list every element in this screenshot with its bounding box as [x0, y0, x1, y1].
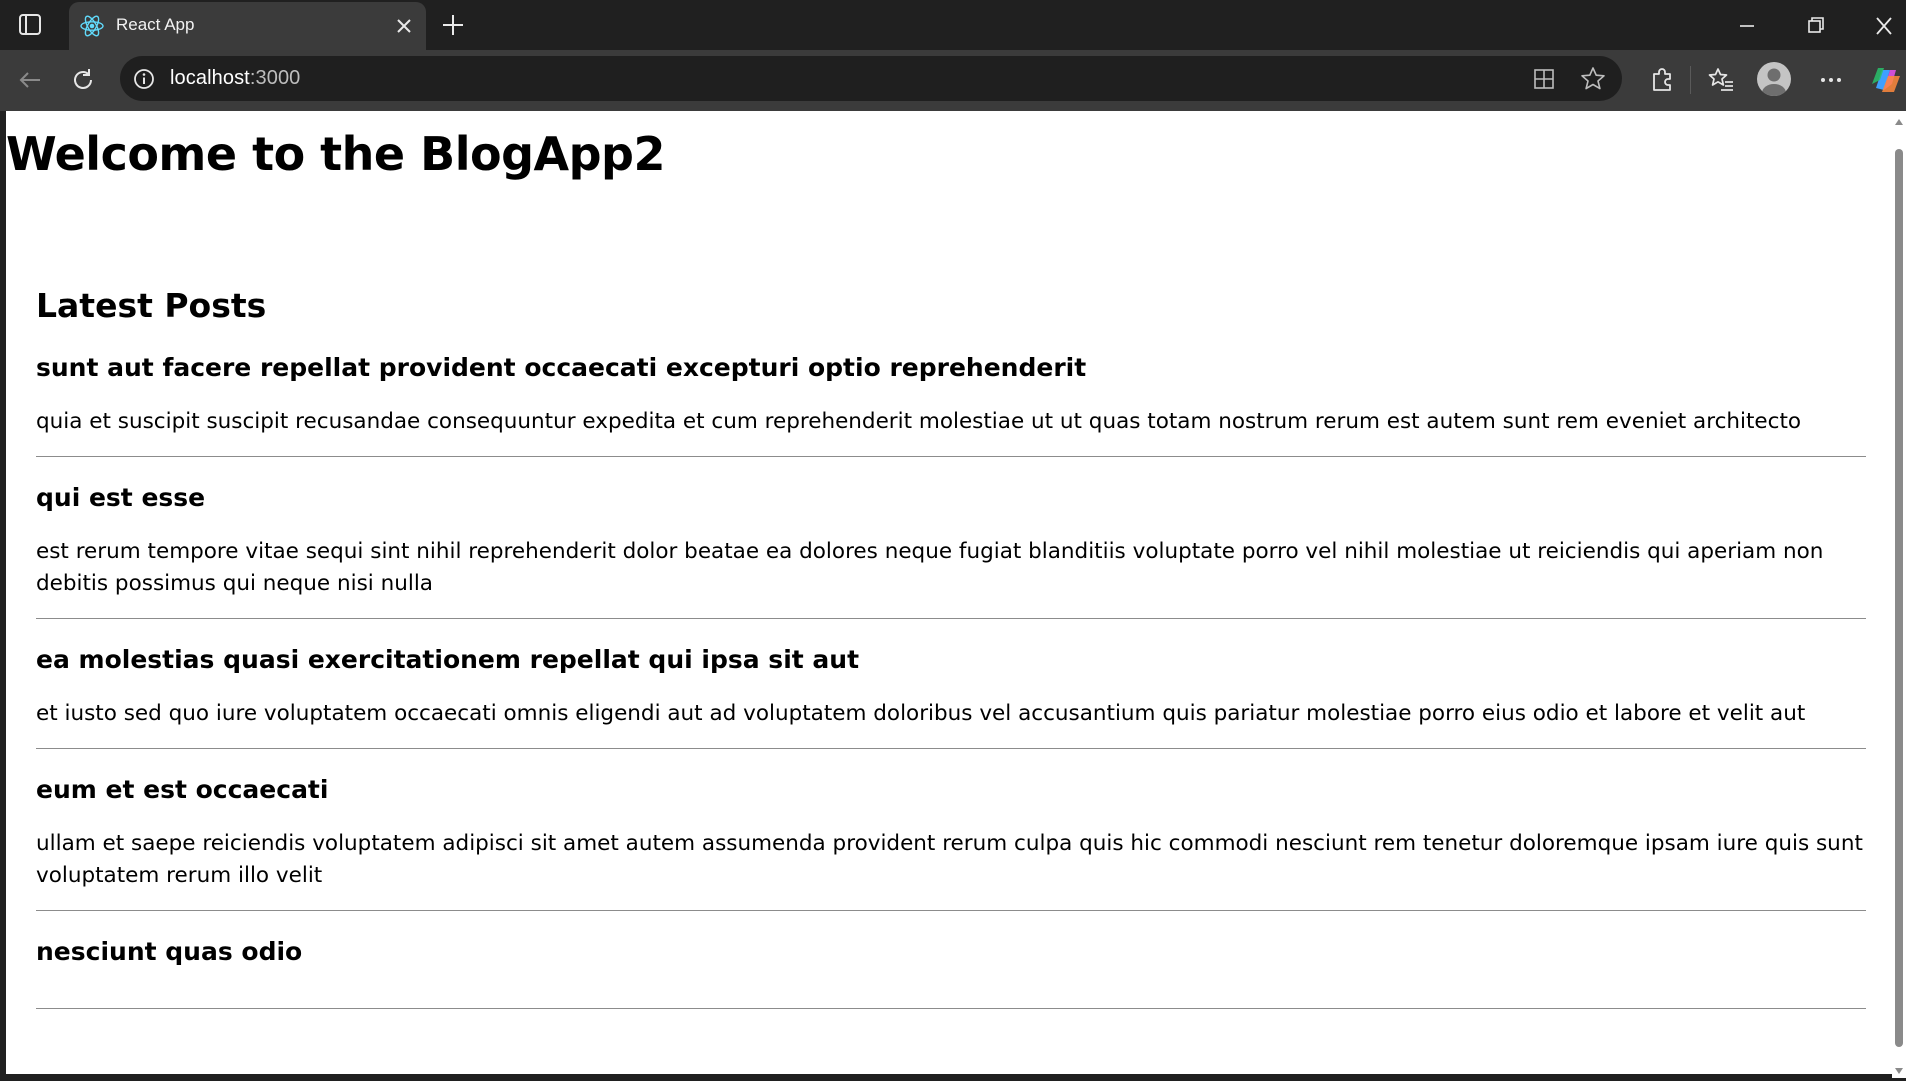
post-item: nesciunt quas odio	[36, 937, 1866, 1009]
restore-icon[interactable]	[1797, 13, 1833, 39]
tab-strip: React App	[0, 0, 1906, 52]
copilot-icon[interactable]	[1868, 62, 1904, 98]
window-close-icon[interactable]	[1866, 13, 1902, 39]
page-title: Welcome to the BlogApp2	[6, 127, 665, 181]
site-info-icon[interactable]	[132, 67, 156, 91]
post-item: eum et est occaecati ullam et saepe reic…	[36, 775, 1866, 911]
scroll-down-arrow-icon[interactable]	[1894, 1063, 1904, 1074]
post-body: ullam et saepe reiciendis voluptatem adi…	[36, 831, 1863, 888]
post-body: et iusto sed quo iure voluptatem occaeca…	[36, 701, 1806, 726]
react-logo-icon	[79, 13, 105, 39]
section-title: Latest Posts	[36, 286, 267, 325]
url-text: localhost:3000	[170, 67, 300, 90]
post-title: nesciunt quas odio	[36, 937, 303, 966]
close-tab-icon[interactable]	[392, 14, 416, 38]
favorites-icon[interactable]	[1705, 64, 1737, 96]
post-title: eum et est occaecati	[36, 775, 329, 804]
post-title: qui est esse	[36, 483, 206, 512]
post-item: qui est esse est rerum tempore vitae seq…	[36, 483, 1866, 619]
tab-title: React App	[116, 15, 195, 34]
post-body: quia et suscipit suscipit recusandae con…	[36, 409, 1802, 434]
url-host: localhost	[170, 67, 250, 89]
address-bar[interactable]: localhost:3000	[120, 56, 1622, 101]
post-body: est rerum tempore vitae sequi sint nihil…	[36, 539, 1824, 596]
scrollbar-thumb[interactable]	[1895, 149, 1903, 1047]
browser-toolbar: localhost:3000	[0, 50, 1906, 111]
page-scrollbar[interactable]	[1892, 111, 1906, 1078]
favorite-star-icon[interactable]	[1578, 64, 1608, 94]
toolbar-divider	[1690, 66, 1691, 94]
back-icon[interactable]	[14, 64, 46, 96]
app-available-icon[interactable]	[1530, 65, 1558, 93]
post-title: ea molestias quasi exercitationem repell…	[36, 645, 860, 674]
more-options-icon[interactable]	[1815, 64, 1847, 96]
sidebar-toggle-icon[interactable]	[14, 11, 46, 38]
reload-icon[interactable]	[67, 64, 99, 96]
post-title: sunt aut facere repellat provident occae…	[36, 353, 1087, 382]
scroll-up-arrow-icon[interactable]	[1894, 114, 1904, 125]
url-port: :3000	[249, 67, 301, 89]
extensions-icon[interactable]	[1646, 64, 1678, 96]
profile-avatar-icon[interactable]	[1757, 62, 1791, 96]
browser-tab-active[interactable]: React App	[69, 2, 426, 52]
page-viewport: Welcome to the BlogApp2 Latest Posts sun…	[6, 111, 1892, 1074]
post-item: sunt aut facere repellat provident occae…	[36, 353, 1866, 457]
post-item: ea molestias quasi exercitationem repell…	[36, 645, 1866, 749]
posts-section: Latest Posts sunt aut facere repellat pr…	[36, 286, 1866, 1035]
minimize-icon[interactable]	[1729, 13, 1765, 39]
new-tab-icon[interactable]	[438, 10, 468, 40]
